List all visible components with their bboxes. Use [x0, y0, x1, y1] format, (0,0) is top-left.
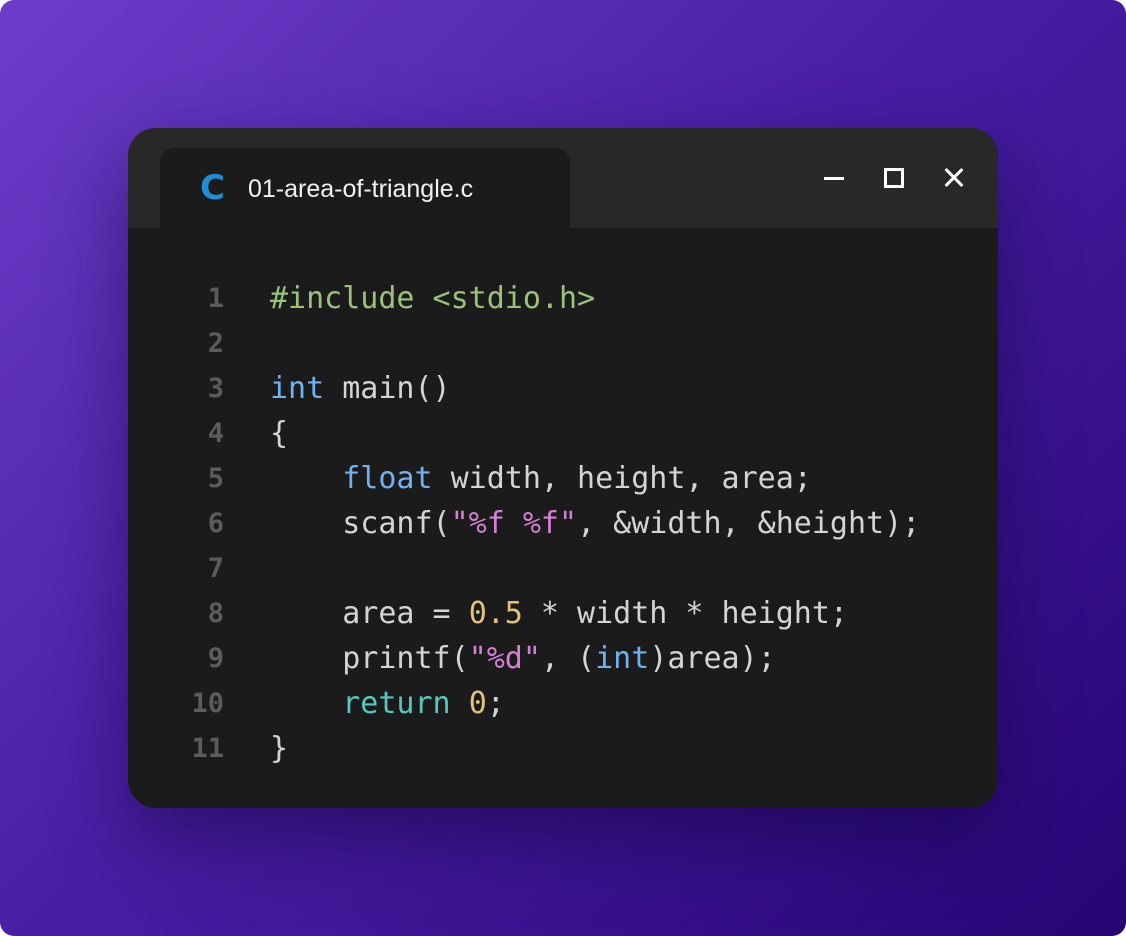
code-token-plain: area =: [270, 596, 469, 631]
code-token-plain: width, height, area;: [432, 461, 812, 496]
code-token-plain: , (: [540, 641, 596, 676]
code-line: 7: [128, 546, 998, 591]
maximize-icon[interactable]: [874, 158, 914, 198]
code-text: }: [270, 726, 288, 771]
line-number: 10: [191, 688, 224, 719]
code-text: area = 0.5 * width * height;: [270, 591, 848, 636]
file-tab[interactable]: C 01-area-of-triangle.c: [160, 148, 570, 228]
code-token-plain: printf(: [270, 641, 469, 676]
line-number: 9: [207, 643, 224, 674]
code-token-plain: ;: [486, 686, 505, 721]
code-line: 4{: [128, 411, 998, 456]
line-number: 5: [207, 463, 224, 494]
code-editor[interactable]: 1 #include <stdio.h> 2 3 int main() 4{5 float…: [128, 276, 998, 771]
code-line: 10 return 0;: [128, 681, 998, 726]
line-number: 4: [207, 418, 224, 449]
code-line: 9 printf("%d", (int)area);: [128, 636, 998, 681]
code-token-string: "%f %f": [450, 506, 578, 541]
code-window: C 01-area-of-triangle.c 1 #include <stdio…: [128, 128, 998, 808]
code-token-plain: * width * height;: [522, 596, 848, 631]
line-number: 6: [207, 508, 224, 539]
code-text: scanf("%f %f", &width, &height);: [270, 501, 920, 546]
code-line: 8 area = 0.5 * width * height;: [128, 591, 998, 636]
code-text: #include <stdio.h>: [270, 276, 595, 321]
code-token-plain: scanf(: [270, 506, 451, 541]
code-text: {: [270, 411, 288, 456]
code-line: 3 int main(): [128, 366, 998, 411]
code-token-plain: )area);: [649, 641, 776, 676]
code-text: printf("%d", (int)area);: [270, 636, 776, 681]
file-name: 01-area-of-triangle.c: [248, 175, 474, 203]
code-line: 1 #include <stdio.h>: [128, 276, 998, 321]
code-line: 6 scanf("%f %f", &width, &height);: [128, 501, 998, 546]
code-text: return 0;: [270, 681, 505, 726]
code-line: 2: [128, 321, 998, 366]
code-token-directive: #include <stdio.h>: [270, 281, 596, 316]
code-text: int main(): [270, 366, 451, 411]
code-token-return: return: [342, 686, 451, 721]
code-token-string: "%d": [468, 641, 541, 676]
code-text: float width, height, area;: [270, 456, 812, 501]
code-line: 5 float width, height, area;: [128, 456, 998, 501]
gradient-background: C 01-area-of-triangle.c 1 #include <stdio…: [0, 0, 1126, 936]
code-token-plain: }: [270, 731, 289, 766]
code-token-number: 0: [468, 686, 487, 721]
line-number: 3: [207, 373, 224, 404]
code-token-number: 0.5: [468, 596, 523, 631]
code-token-keyword: float: [342, 461, 433, 496]
code-token-keyword: int: [270, 371, 325, 406]
line-number: 1: [207, 283, 224, 314]
code-token-plain: , &width, &height);: [577, 506, 921, 541]
close-icon[interactable]: [934, 158, 974, 198]
code-token-plain: {: [270, 416, 289, 451]
title-bar: C 01-area-of-triangle.c: [128, 128, 998, 228]
line-number: 11: [191, 733, 224, 764]
c-language-icon: C: [200, 168, 225, 208]
code-token-plain: main(): [324, 371, 451, 406]
line-number: 7: [207, 553, 224, 584]
minimize-icon[interactable]: [814, 158, 854, 198]
code-line: 11}: [128, 726, 998, 771]
line-number: 2: [207, 328, 224, 359]
line-number: 8: [207, 598, 224, 629]
code-token-keyword: int: [595, 641, 650, 676]
window-controls: [814, 158, 974, 198]
